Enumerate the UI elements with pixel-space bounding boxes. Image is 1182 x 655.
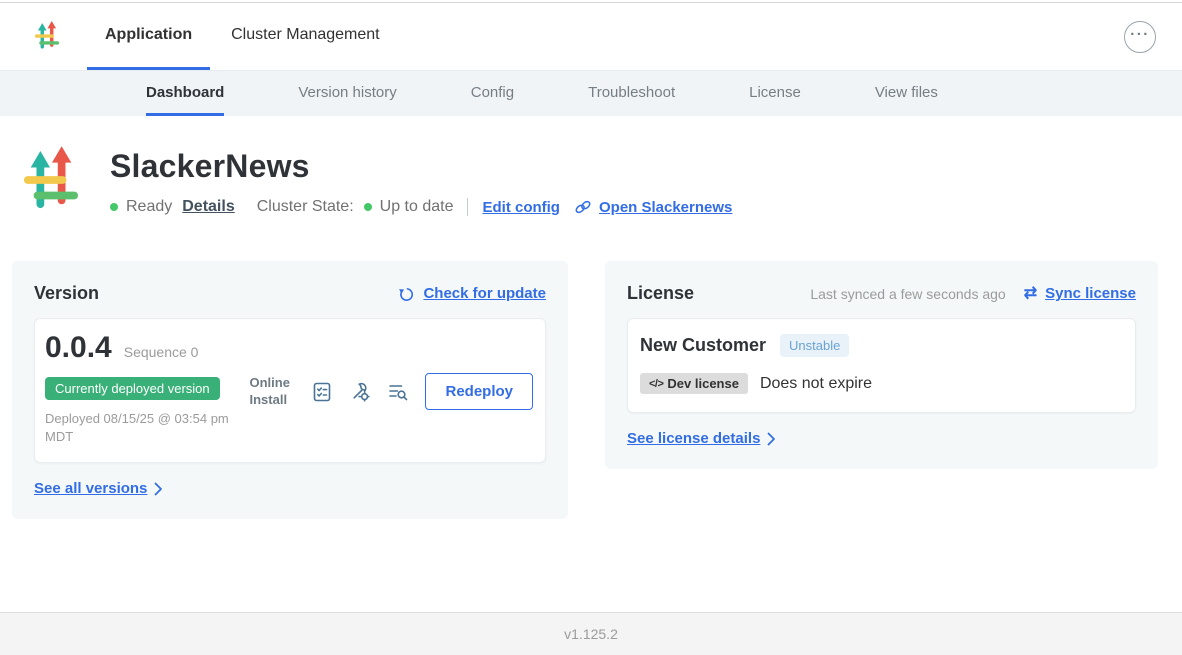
chevron-right-icon xyxy=(154,482,163,496)
version-actions: Online Install xyxy=(249,373,533,410)
app-logo-large-icon xyxy=(22,146,80,221)
install-type-label: Online Install xyxy=(249,375,295,408)
see-license-details-link[interactable]: See license details xyxy=(627,430,1136,447)
app-subnav: Dashboard Version history Config Trouble… xyxy=(0,71,1182,116)
license-card-title: License xyxy=(627,283,694,304)
version-number-row: 0.0.4 Sequence 0 xyxy=(45,331,249,365)
deployed-status-badge: Currently deployed version xyxy=(45,377,220,400)
current-version-panel: 0.0.4 Sequence 0 Currently deployed vers… xyxy=(34,318,546,463)
see-all-versions-link[interactable]: See all versions xyxy=(34,480,546,497)
sync-license-label: Sync license xyxy=(1045,285,1136,302)
chevron-right-icon xyxy=(767,432,776,446)
see-all-versions-label: See all versions xyxy=(34,480,147,497)
license-type-badge: </> Dev license xyxy=(640,373,748,394)
expiration-label: Does not expire xyxy=(760,375,872,393)
app-logo-small-icon xyxy=(34,21,60,52)
license-card-header: License Last synced a few seconds ago ⇄ … xyxy=(627,283,1136,304)
channel-badge: Unstable xyxy=(780,334,849,357)
cluster-state-dot-icon xyxy=(364,203,372,211)
redeploy-button[interactable]: Redeploy xyxy=(425,373,533,410)
last-synced-label: Last synced a few seconds ago xyxy=(810,286,1005,302)
subnav-item-dashboard[interactable]: Dashboard xyxy=(146,71,224,116)
console-version-label: v1.125.2 xyxy=(564,626,618,642)
vertical-divider xyxy=(467,198,468,216)
cluster-state-value: Up to date xyxy=(380,198,454,216)
page-title: SlackerNews xyxy=(110,148,732,185)
version-card-header: Version Check for update xyxy=(34,283,546,304)
refresh-icon xyxy=(398,285,415,302)
edit-config-link[interactable]: Edit config xyxy=(482,199,560,216)
subnav-item-license[interactable]: License xyxy=(749,71,801,116)
license-card: License Last synced a few seconds ago ⇄ … xyxy=(605,261,1158,469)
app-status-row: Ready Details Cluster State: Up to date … xyxy=(110,198,732,216)
subnav-item-troubleshoot[interactable]: Troubleshoot xyxy=(588,71,675,116)
dashboard-cards: Version Check for update 0.0.4 Sequ xyxy=(0,261,1182,519)
code-icon: </> xyxy=(649,378,663,390)
version-info: 0.0.4 Sequence 0 Currently deployed vers… xyxy=(45,331,249,446)
check-for-update-link[interactable]: Check for update xyxy=(398,285,546,302)
license-header-right: Last synced a few seconds ago ⇄ Sync lic… xyxy=(810,285,1136,302)
preflight-logs-icon[interactable] xyxy=(387,381,409,403)
license-meta-row: </> Dev license Does not expire xyxy=(640,373,1123,394)
config-tools-icon[interactable] xyxy=(349,381,371,403)
app-header: SlackerNews Ready Details Cluster State:… xyxy=(0,116,1182,221)
tab-cluster-management-label: Cluster Management xyxy=(231,26,380,44)
deployed-timestamp: Deployed 08/15/25 @ 03:54 pm MDT xyxy=(45,410,249,446)
subnav-item-view-files[interactable]: View files xyxy=(875,71,938,116)
customer-row: New Customer Unstable xyxy=(640,334,1123,357)
ready-status-label: Ready xyxy=(126,198,172,216)
version-card: Version Check for update 0.0.4 Sequ xyxy=(12,261,568,519)
license-details-panel: New Customer Unstable </> Dev license Do… xyxy=(627,318,1136,413)
ellipsis-icon: ··· xyxy=(1130,27,1150,42)
sync-license-link[interactable]: ⇄ Sync license xyxy=(1024,285,1136,302)
see-license-details-label: See license details xyxy=(627,430,760,447)
check-for-update-label: Check for update xyxy=(423,285,546,302)
main-content: SlackerNews Ready Details Cluster State:… xyxy=(0,116,1182,612)
open-app-link-label: Open Slackernews xyxy=(599,199,732,216)
topnav-tabs: Application Cluster Management xyxy=(87,3,398,70)
open-app-link[interactable]: Open Slackernews xyxy=(574,199,732,216)
top-navbar: Application Cluster Management ··· xyxy=(0,3,1182,71)
chain-link-icon xyxy=(574,199,592,215)
version-card-title: Version xyxy=(34,283,99,304)
subnav-item-version-history[interactable]: Version history xyxy=(298,71,396,116)
overflow-menu-button[interactable]: ··· xyxy=(1124,21,1156,53)
cluster-state-label: Cluster State: xyxy=(257,198,354,216)
ready-status-dot-icon xyxy=(110,203,118,211)
sequence-label: Sequence 0 xyxy=(124,344,199,360)
tab-application-label: Application xyxy=(105,26,192,44)
release-notes-icon[interactable] xyxy=(311,381,333,403)
customer-name: New Customer xyxy=(640,335,766,356)
sync-icon: ⇄ xyxy=(1024,286,1037,302)
footer: v1.125.2 xyxy=(0,612,1182,655)
license-type-label: Dev license xyxy=(667,376,739,391)
details-link[interactable]: Details xyxy=(182,198,234,216)
version-number: 0.0.4 xyxy=(45,331,112,365)
tab-application[interactable]: Application xyxy=(87,3,210,70)
tab-cluster-management[interactable]: Cluster Management xyxy=(213,3,398,70)
app-header-text: SlackerNews Ready Details Cluster State:… xyxy=(110,144,732,216)
subnav-item-config[interactable]: Config xyxy=(471,71,514,116)
